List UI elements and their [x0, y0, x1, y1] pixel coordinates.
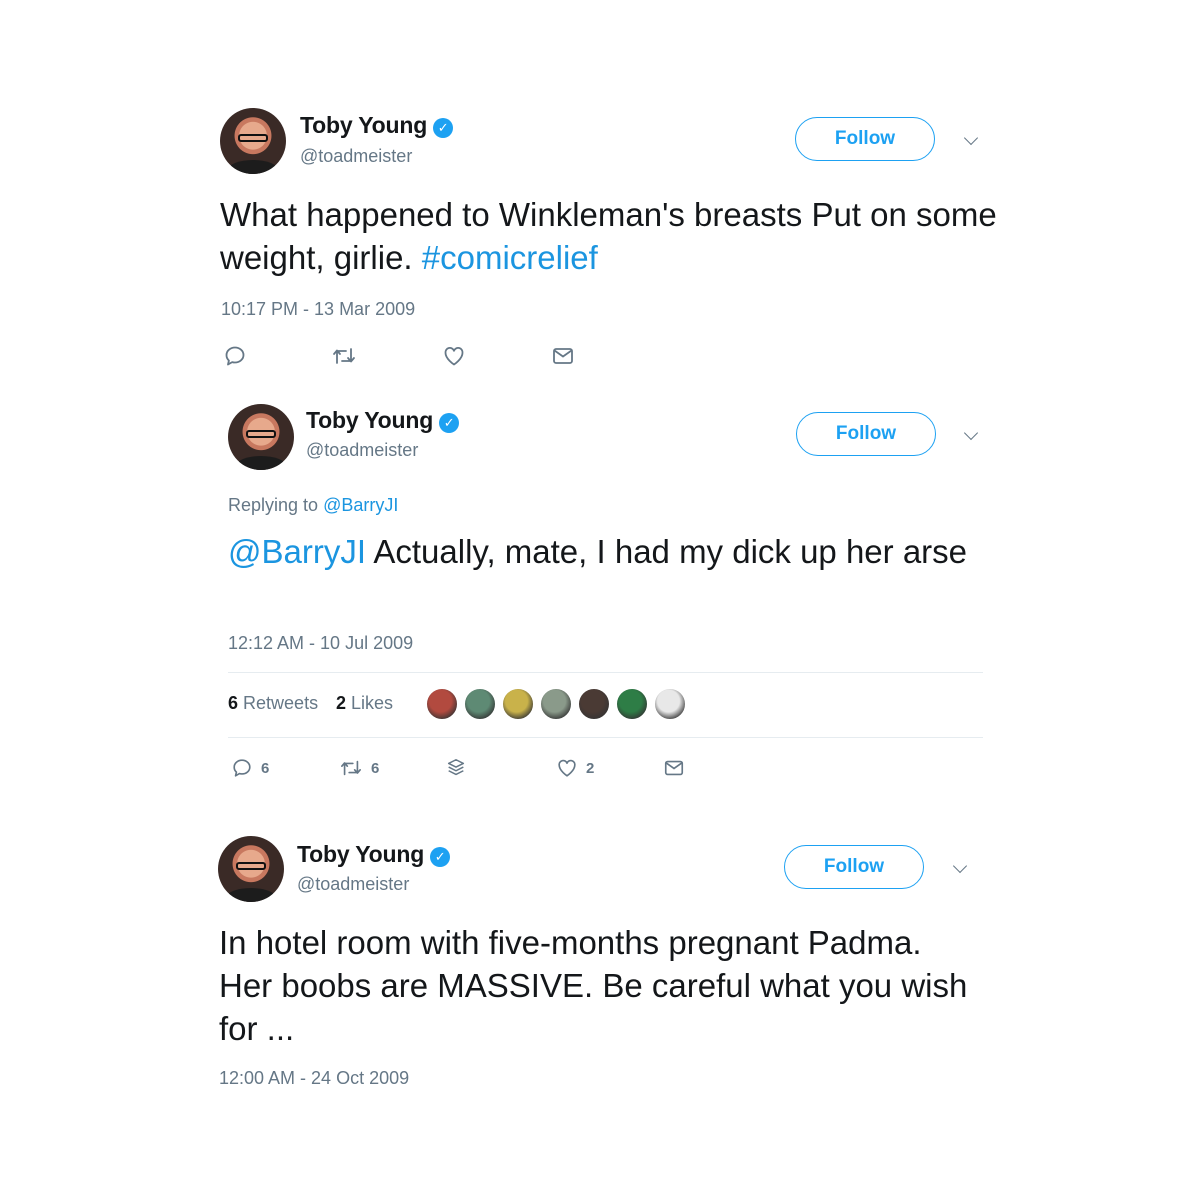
liker-avatar[interactable]: [501, 687, 535, 721]
likes-label: Likes: [351, 693, 394, 713]
like-icon: [558, 759, 576, 777]
tweet-text: In hotel room with five-months pregnant …: [219, 921, 979, 1050]
liker-avatar[interactable]: [653, 687, 687, 721]
follow-button[interactable]: Follow: [795, 117, 935, 161]
replying-to-label: Replying to: [228, 495, 324, 515]
liker-avatars: [425, 687, 705, 723]
author-handle[interactable]: @toadmeister: [300, 146, 412, 167]
hashtag-link[interactable]: #comicrelief: [422, 239, 598, 276]
chevron-down-icon[interactable]: [952, 858, 968, 874]
author-name[interactable]: Toby Young ✓: [297, 841, 451, 868]
liker-avatar[interactable]: [539, 687, 573, 721]
tweet-timestamp[interactable]: 12:12 AM - 10 Jul 2009: [228, 633, 413, 654]
replying-to-line: Replying to @BarryJI: [228, 495, 398, 516]
tweet-text: What happened to Winkleman's breasts Put…: [220, 193, 1000, 279]
follow-button[interactable]: Follow: [796, 412, 936, 456]
retweets-count: 6: [228, 693, 239, 713]
avatar[interactable]: [220, 108, 286, 174]
like-button[interactable]: [442, 344, 466, 368]
chevron-down-icon[interactable]: [963, 425, 979, 441]
tweet-text-plain: What happened to Winkleman's breasts Put…: [220, 196, 997, 276]
avatar-glasses: [236, 862, 266, 870]
verified-icon: ✓: [439, 413, 460, 433]
liker-avatar[interactable]: [615, 687, 649, 721]
message-button[interactable]: [663, 757, 685, 779]
reply-button[interactable]: 6: [231, 757, 269, 779]
moments-icon: [447, 759, 465, 776]
avatar[interactable]: [228, 404, 294, 470]
reply-count: 6: [261, 759, 270, 777]
tweet-text-plain: In hotel room with five-months pregnant …: [219, 924, 968, 1047]
author-name-text: Toby Young: [300, 112, 428, 138]
author-name-text: Toby Young: [297, 841, 425, 867]
reply-icon: [233, 759, 251, 777]
avatar-shirt: [226, 888, 276, 902]
avatar-glasses: [246, 430, 276, 438]
like-count: 2: [586, 759, 595, 777]
reply-to-mention-link[interactable]: @BarryJI: [323, 495, 398, 515]
avatar[interactable]: [218, 836, 284, 902]
tweet-timestamp[interactable]: 12:00 AM - 24 Oct 2009: [219, 1068, 409, 1089]
divider: [228, 737, 983, 738]
follow-button[interactable]: Follow: [784, 845, 924, 889]
author-handle[interactable]: @toadmeister: [297, 874, 409, 895]
avatar-glasses: [238, 134, 268, 142]
retweet-button[interactable]: 6: [339, 757, 379, 779]
like-button[interactable]: 2: [556, 757, 594, 779]
retweet-icon: [333, 348, 355, 364]
divider: [228, 672, 983, 673]
avatar-shirt: [236, 456, 286, 470]
liker-avatar[interactable]: [577, 687, 611, 721]
mention-link[interactable]: @BarryJI: [228, 533, 366, 570]
message-button[interactable]: [551, 344, 575, 368]
author-name[interactable]: Toby Young ✓: [300, 112, 454, 139]
verified-icon: ✓: [433, 118, 454, 138]
retweet-count: 6: [371, 759, 380, 777]
like-icon: [444, 347, 464, 366]
moments-button[interactable]: [445, 757, 467, 779]
likes-count: 2: [336, 693, 347, 713]
likes-stat[interactable]: 2 Likes: [336, 693, 393, 714]
message-icon: [553, 348, 573, 364]
message-icon: [664, 760, 684, 776]
author-name[interactable]: Toby Young ✓: [306, 407, 460, 434]
verified-icon: ✓: [430, 847, 451, 867]
retweet-icon: [341, 760, 361, 776]
tweet-text-plain: Actually, mate, I had my dick up her ars…: [366, 533, 968, 570]
reply-button[interactable]: [223, 344, 247, 368]
liker-avatar[interactable]: [425, 687, 459, 721]
avatar-shirt: [228, 160, 278, 174]
tweet-timestamp[interactable]: 10:17 PM - 13 Mar 2009: [221, 299, 415, 320]
tweet-text: @BarryJI Actually, mate, I had my dick u…: [228, 530, 998, 573]
author-name-text: Toby Young: [306, 407, 434, 433]
retweets-stat[interactable]: 6 Retweets: [228, 693, 318, 714]
retweets-label: Retweets: [243, 693, 319, 713]
chevron-down-icon[interactable]: [963, 130, 979, 146]
reply-icon: [225, 346, 245, 366]
retweet-button[interactable]: [331, 344, 357, 368]
liker-avatar[interactable]: [463, 687, 497, 721]
author-handle[interactable]: @toadmeister: [306, 440, 418, 461]
